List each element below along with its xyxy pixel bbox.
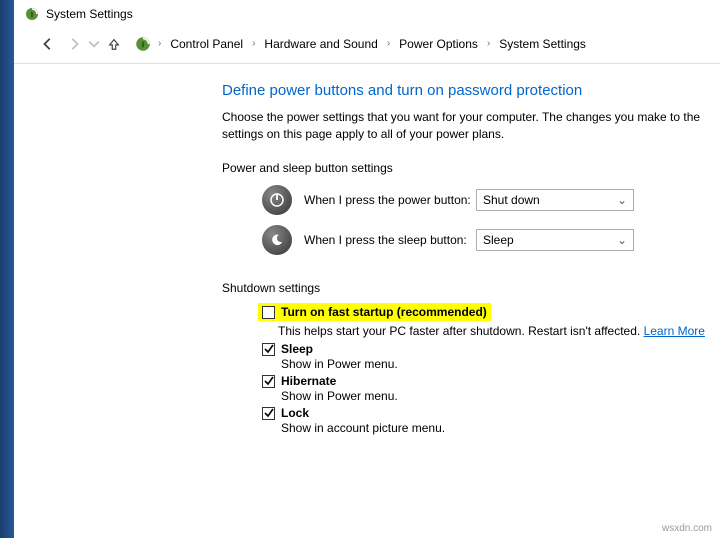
chevron-right-icon: › [485,38,492,49]
sleep-sub: Show in Power menu. [281,357,398,371]
hibernate-sub: Show in Power menu. [281,389,398,403]
breadcrumb-system-settings[interactable]: System Settings [496,35,589,53]
chevron-right-icon: › [385,38,392,49]
lock-sub: Show in account picture menu. [281,421,445,435]
chevron-right-icon: › [250,38,257,49]
breadcrumb-control-panel[interactable]: Control Panel [167,35,246,53]
sleep-button-dropdown[interactable]: Sleep ⌄ [476,229,634,251]
fast-startup-row: Turn on fast startup (recommended) [258,303,720,321]
chevron-down-icon: ⌄ [617,233,627,247]
breadcrumb: › Control Panel › Hardware and Sound › P… [134,35,589,53]
forward-button[interactable] [62,32,86,56]
sleep-button-label: When I press the sleep button: [304,233,476,247]
dropdown-value: Sleep [483,233,514,247]
power-button-row: When I press the power button: Shut down… [262,185,720,215]
up-button[interactable] [102,32,126,56]
power-icon [262,185,292,215]
page-description: Choose the power settings that you want … [222,109,720,143]
breadcrumb-power-options[interactable]: Power Options [396,35,481,53]
moon-icon [262,225,292,255]
fast-startup-sub: This helps start your PC faster after sh… [278,324,705,338]
desktop-edge [0,0,14,538]
chevron-down-icon: ⌄ [617,193,627,207]
hibernate-row: Hibernate Show in Power menu. [262,374,720,403]
section-shutdown-title: Shutdown settings [222,281,720,295]
back-button[interactable] [36,32,60,56]
sleep-label: Sleep [281,342,398,356]
page-heading: Define power buttons and turn on passwor… [222,82,720,99]
power-button-label: When I press the power button: [304,193,476,207]
dropdown-value: Shut down [483,193,540,207]
hibernate-checkbox[interactable] [262,375,275,388]
breadcrumb-hardware-sound[interactable]: Hardware and Sound [261,35,380,53]
sleep-button-row: When I press the sleep button: Sleep ⌄ [262,225,720,255]
chevron-right-icon: › [156,38,163,49]
power-options-icon [134,35,152,53]
fast-startup-checkbox[interactable] [262,306,275,319]
power-options-icon [24,6,40,22]
content-area: Define power buttons and turn on passwor… [0,64,720,435]
lock-row: Lock Show in account picture menu. [262,406,720,435]
navigation-bar: › Control Panel › Hardware and Sound › P… [0,28,720,64]
sleep-checkbox[interactable] [262,343,275,356]
power-button-dropdown[interactable]: Shut down ⌄ [476,189,634,211]
learn-more-link[interactable]: Learn More [644,324,705,338]
lock-checkbox[interactable] [262,407,275,420]
window-title: System Settings [46,7,133,21]
titlebar: System Settings [0,0,720,28]
hibernate-label: Hibernate [281,374,398,388]
watermark: wsxdn.com [662,523,712,534]
lock-label: Lock [281,406,445,420]
sleep-row: Sleep Show in Power menu. [262,342,720,371]
section-power-sleep-title: Power and sleep button settings [222,161,720,175]
fast-startup-label: Turn on fast startup (recommended) [281,305,487,319]
recent-dropdown-icon[interactable] [88,32,100,56]
